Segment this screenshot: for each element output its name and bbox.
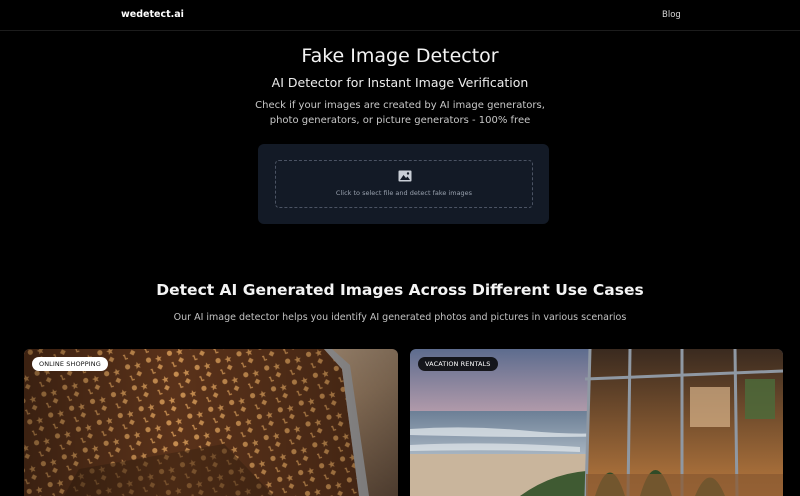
- site-logo[interactable]: wedetect.ai: [121, 9, 184, 20]
- use-case-card-vacation-rentals[interactable]: VACATION RENTALS: [410, 349, 783, 496]
- image-icon: [398, 170, 412, 182]
- card-label-vacation-rentals: VACATION RENTALS: [418, 357, 498, 371]
- card-label-online-shopping: ONLINE SHOPPING: [32, 357, 108, 371]
- nav-link-blog[interactable]: Blog: [662, 10, 681, 20]
- hero-title: Fake Image Detector: [301, 45, 499, 67]
- use-cases-title: Detect AI Generated Images Across Differ…: [156, 281, 644, 299]
- beach-house-photo: [410, 349, 783, 496]
- hero-subtitle: AI Detector for Instant Image Verificati…: [271, 75, 529, 90]
- hero-description: Check if your images are created by AI i…: [255, 100, 545, 126]
- handbag-photo: [24, 349, 398, 496]
- use-cases-subtitle: Our AI image detector helps you identify…: [173, 312, 627, 323]
- top-navbar: wedetect.ai Blog: [0, 0, 800, 31]
- use-case-card-online-shopping[interactable]: ONLINE SHOPPING: [24, 349, 398, 496]
- upload-card: Click to select file and detect fake ima…: [258, 144, 549, 224]
- dropzone-prompt: Click to select file and detect fake ima…: [335, 189, 473, 197]
- file-dropzone[interactable]: Click to select file and detect fake ima…: [275, 160, 533, 208]
